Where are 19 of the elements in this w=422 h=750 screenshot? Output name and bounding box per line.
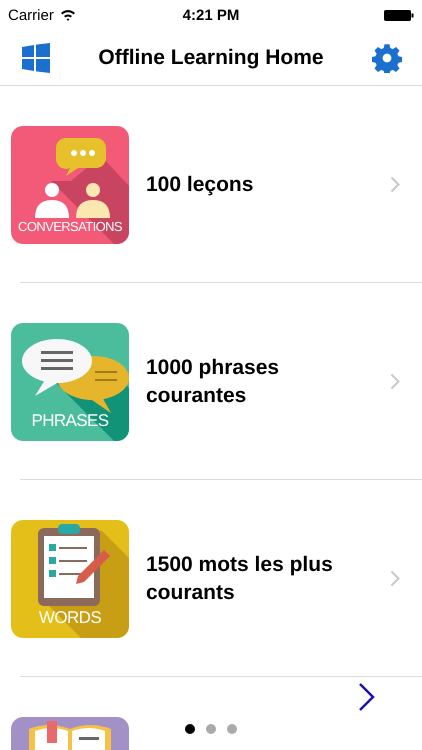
carrier-name: Carrier — [8, 6, 54, 24]
settings-icon[interactable] — [372, 42, 402, 72]
page-dot[interactable] — [227, 724, 237, 734]
nav-title: Offline Learning Home — [98, 46, 324, 70]
chevron-icon — [390, 373, 400, 390]
lesson-title[interactable]: 100 leçons — [146, 170, 390, 198]
windows-icon[interactable] — [22, 42, 50, 72]
page-dot[interactable] — [185, 724, 195, 734]
chevron-icon — [390, 570, 400, 587]
wifi-icon — [60, 9, 76, 21]
tile-label: CONVERSATIONS — [18, 218, 122, 234]
chevron-icon — [390, 176, 400, 193]
battery-icon — [384, 10, 414, 20]
status-time: 4:21 PM — [182, 6, 240, 24]
tile-label: WORDS — [38, 608, 102, 628]
page-dot[interactable] — [206, 724, 216, 734]
lesson-title[interactable]: 1000 phrases courantes — [146, 354, 390, 410]
lesson-title[interactable]: 1500 mots les plus courants — [146, 550, 390, 606]
tile-label: PHRASES — [31, 410, 109, 430]
